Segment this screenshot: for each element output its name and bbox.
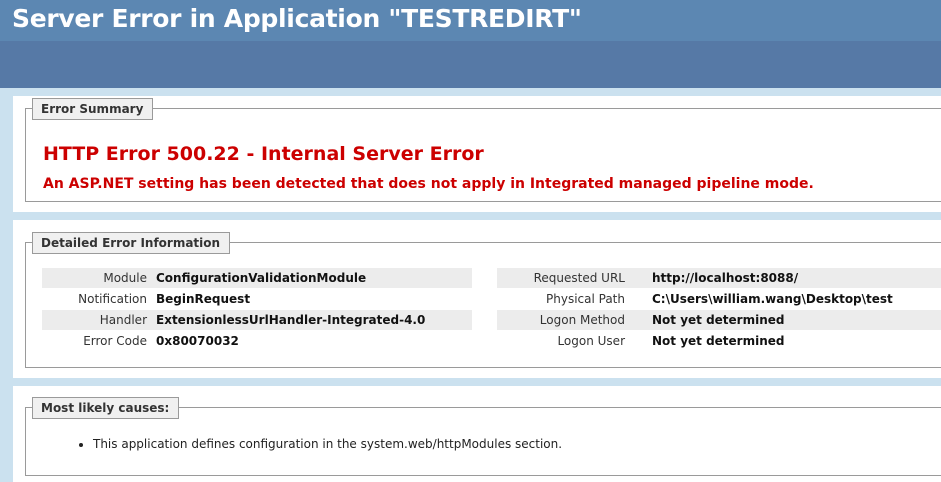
detail-value: Not yet determined <box>652 334 785 348</box>
detail-label: Notification <box>78 292 147 306</box>
detail-row-physical-path: Physical Path C:\Users\william.wang\Desk… <box>497 289 941 309</box>
error-summary-fieldset: Error Summary HTTP Error 500.22 - Intern… <box>25 98 941 202</box>
page-title: Server Error in Application "TESTREDIRT" <box>12 4 582 33</box>
detail-value: C:\Users\william.wang\Desktop\test <box>652 292 893 306</box>
detail-value: http://localhost:8088/ <box>652 271 799 285</box>
error-summary-panel: Error Summary HTTP Error 500.22 - Intern… <box>13 96 941 212</box>
detail-row-notification: Notification BeginRequest <box>42 289 472 309</box>
likely-cause-item: This application defines configuration i… <box>93 437 562 451</box>
detail-label: Logon Method <box>539 313 625 327</box>
header-band <box>0 41 941 88</box>
detail-label: Handler <box>99 313 147 327</box>
detail-row-module: Module ConfigurationValidationModule <box>42 268 472 288</box>
error-heading: HTTP Error 500.22 - Internal Server Erro… <box>43 143 484 165</box>
detail-label: Logon User <box>557 334 625 348</box>
detailed-error-fieldset: Detailed Error Information Module Config… <box>25 232 941 368</box>
detailed-error-panel: Detailed Error Information Module Config… <box>13 220 941 378</box>
detailed-error-legend: Detailed Error Information <box>32 232 231 254</box>
detail-value: Not yet determined <box>652 313 785 327</box>
detail-value: BeginRequest <box>156 292 251 306</box>
likely-causes-list: This application defines configuration i… <box>93 437 562 451</box>
detail-row-logon-user: Logon User Not yet determined <box>497 331 941 351</box>
detail-value: ExtensionlessUrlHandler-Integrated-4.0 <box>156 313 426 327</box>
detail-row-logon-method: Logon Method Not yet determined <box>497 310 941 330</box>
detail-label: Module <box>103 271 147 285</box>
detail-value: ConfigurationValidationModule <box>156 271 367 285</box>
error-summary-legend: Error Summary <box>32 98 154 120</box>
page-header: Server Error in Application "TESTREDIRT" <box>0 0 941 88</box>
likely-causes-legend: Most likely causes: <box>32 397 180 419</box>
detail-row-error-code: Error Code 0x80070032 <box>42 331 472 351</box>
detail-label: Physical Path <box>546 292 625 306</box>
error-message: An ASP.NET setting has been detected tha… <box>43 176 814 192</box>
likely-causes-panel: Most likely causes: This application def… <box>13 386 941 482</box>
detail-label: Requested URL <box>533 271 625 285</box>
detail-value: 0x80070032 <box>156 334 239 348</box>
detail-label: Error Code <box>83 334 147 348</box>
detail-row-requested-url: Requested URL http://localhost:8088/ <box>497 268 941 288</box>
detail-row-handler: Handler ExtensionlessUrlHandler-Integrat… <box>42 310 472 330</box>
